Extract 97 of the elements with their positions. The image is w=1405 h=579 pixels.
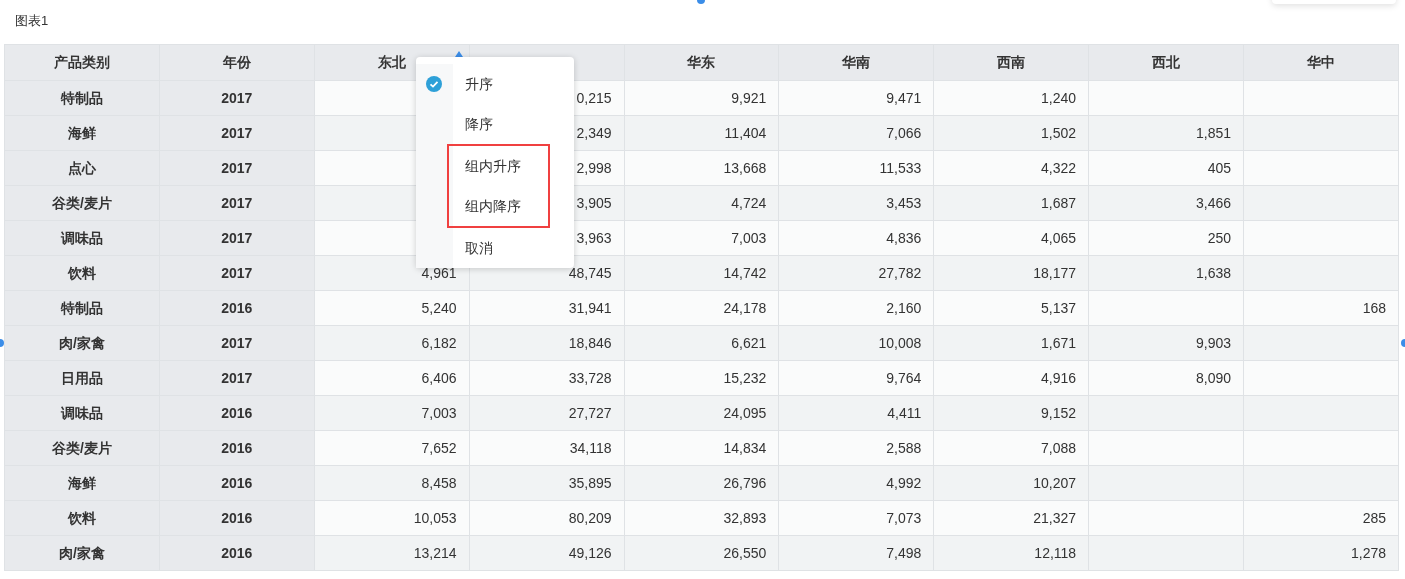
table-cell: 10,207 bbox=[933, 465, 1089, 501]
row-header-cell: 饮料 bbox=[4, 255, 160, 291]
table-cell: 26,550 bbox=[624, 535, 779, 571]
table-cell: 7,066 bbox=[778, 115, 934, 151]
table-cell: 15,232 bbox=[624, 360, 779, 396]
table-cell: 3,453 bbox=[778, 185, 934, 221]
row-header-cell: 2016 bbox=[159, 535, 315, 571]
table-cell: 14,742 bbox=[624, 255, 779, 291]
table-cell: 7,073 bbox=[778, 500, 934, 536]
table-cell: 13,668 bbox=[624, 150, 779, 186]
table-cell: 18,846 bbox=[469, 325, 624, 361]
row-header-cell: 点心 bbox=[4, 150, 160, 186]
table-cell: 11,404 bbox=[624, 115, 779, 151]
row-header-cell: 谷类/麦片 bbox=[4, 185, 160, 221]
row-header-cell: 2016 bbox=[159, 500, 315, 536]
table-cell: 6,621 bbox=[624, 325, 779, 361]
table-cell: 1,851 bbox=[1088, 115, 1244, 151]
row-header-cell: 日用品 bbox=[4, 360, 160, 396]
table-cell: 2,588 bbox=[778, 430, 934, 466]
table-cell: 1,502 bbox=[933, 115, 1089, 151]
table-cell: 31,941 bbox=[469, 290, 624, 326]
table-cell: 11,533 bbox=[778, 150, 934, 186]
table-cell: 4,411 bbox=[778, 395, 934, 431]
table-cell: 1,687 bbox=[933, 185, 1089, 221]
table-cell: 9,921 bbox=[624, 80, 779, 116]
table-cell: 2,160 bbox=[778, 290, 934, 326]
row-header-cell: 2017 bbox=[159, 360, 315, 396]
table-cell: 3,466 bbox=[1088, 185, 1244, 221]
table-cell: 12,118 bbox=[933, 535, 1089, 571]
table-cell: 7,088 bbox=[933, 430, 1089, 466]
table-cell: 6,182 bbox=[314, 325, 470, 361]
table-cell: 49,126 bbox=[469, 535, 624, 571]
table-cell: 24,095 bbox=[624, 395, 779, 431]
table-cell: 5,137 bbox=[933, 290, 1089, 326]
row-header-cell: 2016 bbox=[159, 290, 315, 326]
table-cell: 10,053 bbox=[314, 500, 470, 536]
row-header-cell: 2016 bbox=[159, 465, 315, 501]
table-cell: 7,003 bbox=[314, 395, 470, 431]
table-cell: 4,836 bbox=[778, 220, 934, 256]
table-cell: 4,065 bbox=[933, 220, 1089, 256]
row-header-cell: 特制品 bbox=[4, 290, 160, 326]
table-cell: 24,178 bbox=[624, 290, 779, 326]
table-cell: 1,638 bbox=[1088, 255, 1244, 291]
table-cell: 4,724 bbox=[624, 185, 779, 221]
row-header-cell: 2017 bbox=[159, 150, 315, 186]
row-header-cell: 2017 bbox=[159, 185, 315, 221]
table-cell: 10,008 bbox=[778, 325, 934, 361]
table-cell: 9,152 bbox=[933, 395, 1089, 431]
table-cell: 27,782 bbox=[778, 255, 934, 291]
row-header-cell: 2017 bbox=[159, 220, 315, 256]
row-header-cell: 特制品 bbox=[4, 80, 160, 116]
table-cell: 13,214 bbox=[314, 535, 470, 571]
table-cell: 4,916 bbox=[933, 360, 1089, 396]
table-cell: 285 bbox=[1243, 500, 1399, 536]
table-cell: 8,458 bbox=[314, 465, 470, 501]
table-cell: 250 bbox=[1088, 220, 1244, 256]
table-cell: 1,671 bbox=[933, 325, 1089, 361]
table-cell: 4,992 bbox=[778, 465, 934, 501]
table-cell: 34,118 bbox=[469, 430, 624, 466]
row-header-cell: 海鲜 bbox=[4, 465, 160, 501]
table-cell: 33,728 bbox=[469, 360, 624, 396]
table-cell: 9,903 bbox=[1088, 325, 1244, 361]
row-header-cell: 2016 bbox=[159, 430, 315, 466]
row-header-cell: 2017 bbox=[159, 255, 315, 291]
chart-title: 图表1 bbox=[15, 13, 49, 28]
row-header-cell: 2017 bbox=[159, 80, 315, 116]
row-header-cell: 谷类/麦片 bbox=[4, 430, 160, 466]
table-cell: 18,177 bbox=[933, 255, 1089, 291]
table-cell: 4,322 bbox=[933, 150, 1089, 186]
table-cell: 35,895 bbox=[469, 465, 624, 501]
table-cell: 8,090 bbox=[1088, 360, 1244, 396]
table-cell: 7,003 bbox=[624, 220, 779, 256]
table-cell: 21,327 bbox=[933, 500, 1089, 536]
row-header-cell: 2016 bbox=[159, 395, 315, 431]
table-cell: 9,471 bbox=[778, 80, 934, 116]
row-header-cell: 海鲜 bbox=[4, 115, 160, 151]
table-cell: 7,498 bbox=[778, 535, 934, 571]
table-cell: 5,240 bbox=[314, 290, 470, 326]
row-header-cell: 饮料 bbox=[4, 500, 160, 536]
row-header-cell: 肉/家禽 bbox=[4, 535, 160, 571]
row-header-cell: 2017 bbox=[159, 325, 315, 361]
table-cell: 32,893 bbox=[624, 500, 779, 536]
table-cell: 9,764 bbox=[778, 360, 934, 396]
table-cell: 26,796 bbox=[624, 465, 779, 501]
table-cell: 6,406 bbox=[314, 360, 470, 396]
row-header-cell: 调味品 bbox=[4, 220, 160, 256]
table-cell: 1,278 bbox=[1243, 535, 1399, 571]
table-cell: 168 bbox=[1243, 290, 1399, 326]
table-cell: 80,209 bbox=[469, 500, 624, 536]
row-header-cell: 2017 bbox=[159, 115, 315, 151]
table-cell: 7,652 bbox=[314, 430, 470, 466]
table-cell: 27,727 bbox=[469, 395, 624, 431]
table-cell: 14,834 bbox=[624, 430, 779, 466]
table-cell: 1,240 bbox=[933, 80, 1089, 116]
table-cell: 405 bbox=[1088, 150, 1244, 186]
row-header-cell: 调味品 bbox=[4, 395, 160, 431]
row-header-cell: 肉/家禽 bbox=[4, 325, 160, 361]
